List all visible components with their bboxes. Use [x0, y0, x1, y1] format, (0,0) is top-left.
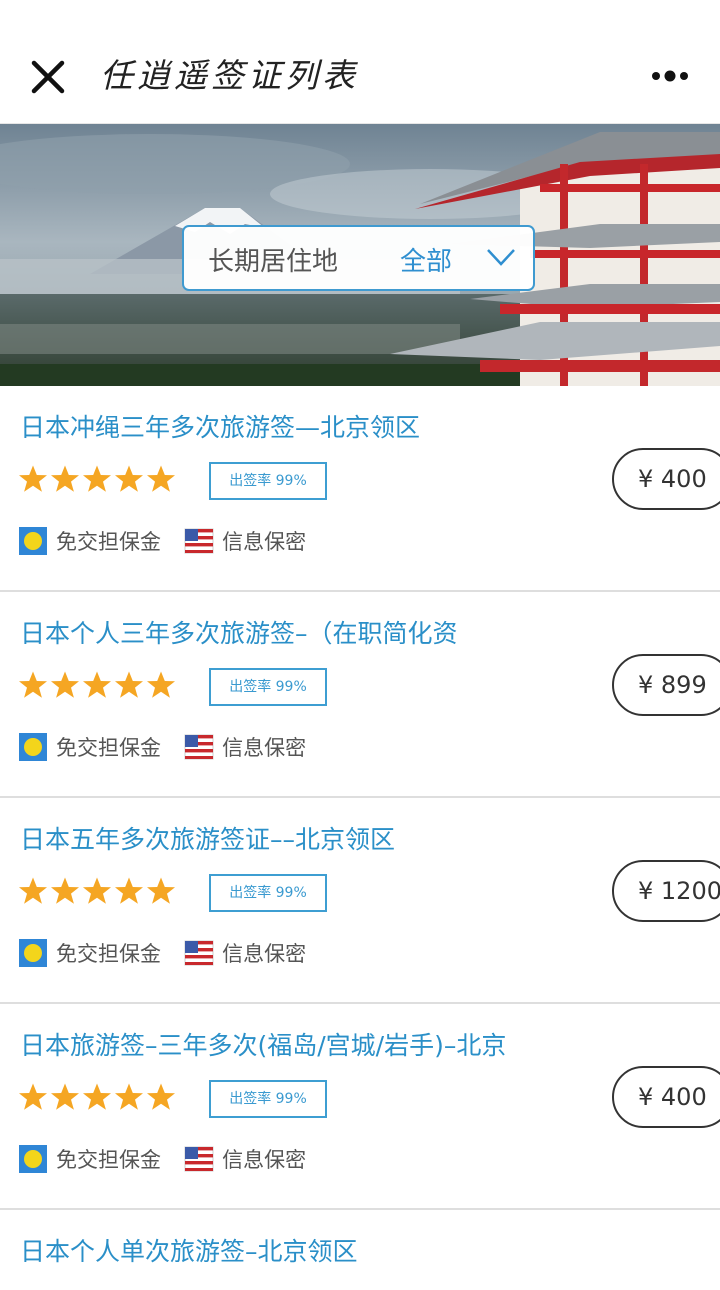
visa-list: 日本冲绳三年多次旅游签—北京领区出签率 99% 免交担保金 信息保密 ¥ 400…: [0, 386, 720, 1290]
star-icon: [50, 464, 80, 494]
feature-label: 免交担保金: [56, 1148, 161, 1172]
star-icon: [50, 1082, 80, 1112]
approval-rate-badge: 出签率 99%: [209, 668, 327, 706]
flag-icon: [184, 732, 214, 762]
visa-list-item[interactable]: 日本旅游签–三年多次(福岛/宫城/岩手)–北京出签率 99% 免交担保金 信息保…: [0, 1004, 720, 1210]
feature-tags: 免交担保金 信息保密: [18, 526, 324, 558]
visa-list-item[interactable]: 日本冲绳三年多次旅游签—北京领区出签率 99% 免交担保金 信息保密 ¥ 400: [0, 386, 720, 592]
filter-label: 长期居住地: [208, 247, 339, 277]
deposit-icon: [18, 526, 48, 556]
flag-icon: [184, 938, 214, 968]
approval-rate-badge: 出签率 99%: [209, 874, 327, 912]
visa-title[interactable]: 日本个人三年多次旅游签–（在职简化资: [20, 614, 458, 650]
feature-no-deposit: 免交担保金: [18, 938, 161, 968]
feature-tags: 免交担保金 信息保密: [18, 732, 324, 764]
deposit-icon: [18, 938, 48, 968]
star-icon: [146, 464, 176, 494]
price-button[interactable]: ¥ 899: [612, 654, 720, 716]
feature-label: 免交担保金: [56, 736, 161, 760]
star-icon: [82, 464, 112, 494]
star-icon: [114, 1082, 144, 1112]
flag-icon: [184, 1144, 214, 1174]
feature-no-deposit: 免交担保金: [18, 526, 161, 556]
feature-label: 信息保密: [222, 530, 307, 554]
rating-stars: [18, 670, 178, 702]
star-icon: [114, 464, 144, 494]
star-icon: [146, 670, 176, 700]
feature-label: 免交担保金: [56, 942, 161, 966]
star-icon: [146, 876, 176, 906]
visa-list-item[interactable]: 日本个人三年多次旅游签–（在职简化资出签率 99% 免交担保金 信息保密 ¥ 8…: [0, 592, 720, 798]
star-icon: [114, 670, 144, 700]
feature-confidential: 信息保密: [184, 526, 306, 556]
visa-title[interactable]: 日本冲绳三年多次旅游签—北京领区: [20, 408, 420, 444]
price-button[interactable]: ¥ 1200: [612, 860, 720, 922]
rating-stars: [18, 1082, 178, 1114]
filter-value: 全部: [400, 247, 453, 277]
star-icon: [114, 876, 144, 906]
price-button[interactable]: ¥ 400: [612, 448, 720, 510]
star-icon: [18, 1082, 48, 1112]
star-icon: [82, 1082, 112, 1112]
rating-stars: [18, 876, 178, 908]
star-icon: [18, 876, 48, 906]
residence-filter-dropdown[interactable]: 长期居住地 全部: [182, 225, 535, 291]
approval-rate-badge: 出签率 99%: [209, 1080, 327, 1118]
star-icon: [82, 876, 112, 906]
approval-rate-badge: 出签率 99%: [209, 462, 327, 500]
feature-label: 免交担保金: [56, 530, 161, 554]
star-icon: [50, 670, 80, 700]
chevron-down-icon: [487, 249, 515, 266]
feature-confidential: 信息保密: [184, 732, 306, 762]
top-bar: 任逍遥签证列表: [0, 0, 720, 124]
page-title: 任逍遥签证列表: [100, 56, 359, 95]
rating-stars: [18, 464, 178, 496]
star-icon: [18, 670, 48, 700]
feature-label: 信息保密: [222, 736, 307, 760]
visa-list-item[interactable]: 日本五年多次旅游签证––北京领区出签率 99% 免交担保金 信息保密 ¥ 120…: [0, 798, 720, 1004]
visa-list-item[interactable]: 日本个人单次旅游签–北京领区: [0, 1210, 720, 1290]
feature-confidential: 信息保密: [184, 938, 306, 968]
star-icon: [146, 1082, 176, 1112]
feature-tags: 免交担保金 信息保密: [18, 938, 324, 970]
visa-title[interactable]: 日本五年多次旅游签证––北京领区: [20, 820, 395, 856]
more-horizontal-icon[interactable]: [648, 62, 692, 90]
flag-icon: [184, 526, 214, 556]
star-icon: [18, 464, 48, 494]
feature-label: 信息保密: [222, 1148, 307, 1172]
visa-title[interactable]: 日本个人单次旅游签–北京领区: [20, 1232, 358, 1268]
star-icon: [50, 876, 80, 906]
deposit-icon: [18, 732, 48, 762]
visa-title[interactable]: 日本旅游签–三年多次(福岛/宫城/岩手)–北京: [20, 1026, 506, 1062]
star-icon: [82, 670, 112, 700]
feature-no-deposit: 免交担保金: [18, 1144, 161, 1174]
close-icon[interactable]: [28, 57, 68, 97]
feature-tags: 免交担保金 信息保密: [18, 1144, 324, 1176]
feature-confidential: 信息保密: [184, 1144, 306, 1174]
feature-label: 信息保密: [222, 942, 307, 966]
deposit-icon: [18, 1144, 48, 1174]
feature-no-deposit: 免交担保金: [18, 732, 161, 762]
price-button[interactable]: ¥ 400: [612, 1066, 720, 1128]
